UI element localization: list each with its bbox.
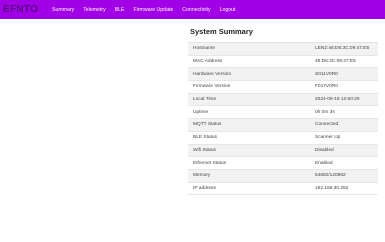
row-label: MQTT Status [193, 122, 222, 128]
row-label: Memory [193, 173, 211, 179]
row-label: Local Time [193, 97, 217, 103]
table-row: Firmware Version F017V0R0 [188, 81, 378, 94]
nav-link-summary[interactable]: Summary [52, 7, 74, 13]
table-row: IP address 192.168.30.252 [188, 183, 378, 196]
nav-link-logout[interactable]: Logout [220, 7, 236, 13]
row-label: Uptime [193, 109, 209, 115]
row-label: Firmware Version [193, 84, 231, 90]
nav-link-firmware-update[interactable]: Firmware Update [134, 7, 174, 13]
brand-logo[interactable]: EFNTO [3, 3, 39, 16]
brand-logo-text: EFNTO [3, 4, 39, 15]
row-label: Wifi Status [193, 147, 216, 153]
top-navbar: EFNTO Summary Telemetry BLE Firmware Upd… [0, 0, 385, 19]
row-value: 192.168.30.252 [315, 185, 349, 191]
row-value: 0h 0m 3s [315, 109, 335, 115]
page-title: System Summary [190, 27, 253, 36]
row-value: 48:D6:3C:09:47:E5 [315, 59, 356, 65]
row-value: 54682/120982 [315, 173, 346, 179]
table-row: Wifi Status Disabled [188, 144, 378, 158]
system-summary-panel: System Summary Hostname LEN2:48:D6:3C:09… [188, 27, 378, 196]
table-row: Local Time 2024-09-19 12:60:29 [188, 93, 378, 107]
table-row: BLE Status Scanner Up [188, 132, 378, 145]
table-row: Uptime 0h 0m 3s [188, 106, 378, 120]
nav-link-connectivity[interactable]: Connectivity [182, 7, 210, 13]
table-row: Hardware Version S011V0R0 [188, 68, 378, 82]
row-label: IP address [193, 185, 216, 191]
row-label: BLE Status [193, 135, 217, 141]
row-value: Enabled [315, 160, 333, 166]
row-value: F017V0R0 [315, 84, 338, 90]
row-value: 2024-09-19 12:60:29 [315, 97, 360, 103]
table-row: Ethernet Status Enabled [188, 157, 378, 170]
nav-link-telemetry[interactable]: Telemetry [83, 7, 105, 13]
nav-links: Summary Telemetry BLE Firmware Update Co… [52, 0, 244, 19]
table-row: Memory 54682/120982 [188, 169, 378, 183]
table-row: Hostname LEN2:48:D6:3C:09:47:E5 [188, 43, 378, 56]
row-value: Disabled [315, 147, 334, 153]
row-label: Ethernet Status [193, 160, 227, 166]
row-label: Hardware Version [193, 71, 232, 77]
row-value: S011V0R0 [315, 71, 338, 77]
nav-link-ble[interactable]: BLE [115, 7, 125, 13]
table-row: MAC Address 48:D6:3C:09:47:E5 [188, 56, 378, 69]
summary-table: Hostname LEN2:48:D6:3C:09:47:E5 MAC Addr… [188, 42, 378, 196]
row-label: Hostname [193, 46, 215, 52]
row-value: LEN2:48:D6:3C:09:47:E5 [315, 46, 370, 52]
row-value: Scanner Up [315, 135, 341, 141]
row-value: Connected [315, 122, 339, 128]
row-label: MAC Address [193, 59, 223, 65]
table-row: MQTT Status Connected [188, 119, 378, 132]
